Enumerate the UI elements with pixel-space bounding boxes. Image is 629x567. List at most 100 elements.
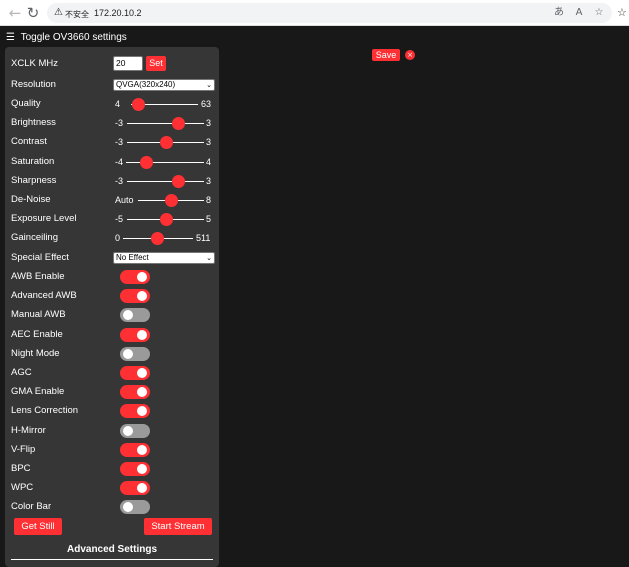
brightness-slider-thumb[interactable] <box>172 117 186 131</box>
special-effect-label: Special Effect <box>11 252 69 263</box>
special-effect-select[interactable]: No Effect ⌄ <box>113 252 215 264</box>
toggle-knob <box>137 444 147 455</box>
toggle-knob <box>137 291 147 302</box>
color-bar-label: Color Bar <box>11 501 52 513</box>
toggle-knob <box>137 406 147 417</box>
denoise-row: De-Noise Auto 8 <box>5 191 219 210</box>
gma-label: GMA Enable <box>11 386 65 398</box>
special-effect-row: Special Effect No Effect ⌄ <box>5 249 219 268</box>
get-still-button[interactable]: Get Still <box>14 518 62 535</box>
bpc-row: BPC <box>5 460 219 479</box>
adv-awb-toggle[interactable] <box>120 289 150 304</box>
quality-row: Quality 4 63 <box>5 95 219 114</box>
close-icon[interactable]: × <box>405 50 415 60</box>
bpc-label: BPC <box>11 463 31 474</box>
gainceiling-max-label: 511 <box>196 233 211 244</box>
wpc-label: WPC <box>11 482 34 494</box>
v-flip-toggle[interactable] <box>120 442 150 457</box>
menu-icon[interactable]: ☰ <box>6 31 18 45</box>
xclk-input[interactable]: 20 <box>113 56 143 71</box>
exposure-row: Exposure Level -5 5 <box>5 210 219 229</box>
toggle-knob <box>123 348 133 359</box>
start-stream-button[interactable]: Start Stream <box>144 518 212 535</box>
awb-row: AWB Enable <box>5 268 219 287</box>
toggle-knob <box>137 464 147 474</box>
lens-correction-label: Lens Correction <box>11 405 79 417</box>
settings-panel: XCLK MHz 20 Set Resolution QVGA(320x240)… <box>5 47 219 567</box>
quality-slider-thumb[interactable] <box>131 98 145 111</box>
favorites-bar-icon[interactable]: ☆ <box>617 5 629 21</box>
sharpness-max-label: 3 <box>206 175 212 186</box>
sharpness-min-label: -3 <box>115 175 124 186</box>
agc-label: AGC <box>11 367 32 378</box>
manual-awb-toggle[interactable] <box>120 308 150 323</box>
exposure-label: Exposure Level <box>11 213 77 225</box>
exposure-min-label: -5 <box>115 214 124 225</box>
denoise-min-label: Auto <box>115 195 134 205</box>
night-mode-row: Night Mode <box>5 345 219 364</box>
aec-toggle[interactable] <box>120 327 150 342</box>
resolution-select[interactable]: QVGA(320x240) ⌄ <box>113 79 215 91</box>
toggle-knob <box>123 502 133 513</box>
contrast-slider-thumb[interactable] <box>159 136 173 150</box>
brightness-slider-track[interactable] <box>127 123 204 125</box>
agc-row: AGC <box>5 364 219 383</box>
exposure-slider-thumb[interactable] <box>159 213 173 227</box>
url-text[interactable]: 172.20.10.2 <box>94 8 142 18</box>
lens-correction-toggle[interactable] <box>120 404 150 419</box>
sharpness-slider-thumb[interactable] <box>172 174 186 188</box>
settings-header[interactable]: ☰ Toggle OV3660 settings <box>6 31 127 45</box>
favorite-star-icon[interactable]: ☆ <box>592 6 606 20</box>
quality-label: Quality <box>11 98 41 109</box>
contrast-min-label: -3 <box>115 137 124 148</box>
contrast-label: Contrast <box>11 136 47 148</box>
reload-icon[interactable]: ↻ <box>24 4 42 22</box>
brightness-label: Brightness <box>11 117 56 129</box>
chevron-down-icon: ⌄ <box>206 254 212 262</box>
denoise-label: De-Noise <box>11 194 51 205</box>
sharpness-label: Sharpness <box>11 174 57 186</box>
brightness-row: Brightness -3 3 <box>5 114 219 133</box>
resolution-value: QVGA(320x240) <box>116 80 176 89</box>
saturation-min-label: -4 <box>115 156 124 167</box>
color-bar-toggle[interactable] <box>120 500 150 515</box>
night-mode-toggle[interactable] <box>120 346 150 361</box>
sharpness-slider-track[interactable] <box>127 180 204 182</box>
page-content: ☰ Toggle OV3660 settings XCLK MHz 20 Set… <box>0 27 629 567</box>
aec-row: AEC Enable <box>5 326 219 345</box>
denoise-slider-thumb[interactable] <box>165 194 178 207</box>
h-mirror-toggle[interactable] <box>120 423 150 438</box>
sharpness-row: Sharpness -3 3 <box>5 172 219 191</box>
translate-icon[interactable]: あ <box>552 6 566 20</box>
agc-toggle[interactable] <box>120 366 150 380</box>
aec-label: AEC Enable <box>11 328 63 340</box>
v-flip-row: V-Flip <box>5 441 219 460</box>
wpc-toggle[interactable] <box>120 481 150 496</box>
advanced-settings-title[interactable]: Advanced Settings <box>5 544 219 555</box>
toggle-knob <box>123 425 133 436</box>
denoise-max-label: 8 <box>206 195 212 205</box>
settings-title: Toggle OV3660 settings <box>20 32 127 43</box>
manual-awb-row: Manual AWB <box>5 306 219 325</box>
manual-awb-label: Manual AWB <box>11 309 66 321</box>
adv-awb-row: Advanced AWB <box>5 287 219 306</box>
chevron-down-icon: ⌄ <box>206 81 212 89</box>
resolution-label: Resolution <box>11 79 56 90</box>
back-icon[interactable]: ← <box>6 4 24 22</box>
saturation-slider-track[interactable] <box>126 161 204 163</box>
xclk-set-button[interactable]: Set <box>146 56 166 71</box>
awb-toggle[interactable] <box>120 270 150 284</box>
saturation-slider-thumb[interactable] <box>139 155 153 169</box>
save-button[interactable]: Save <box>372 49 400 61</box>
gainceiling-slider-thumb[interactable] <box>150 232 164 246</box>
gma-toggle[interactable] <box>120 385 150 400</box>
address-bar[interactable]: ⚠ 不安全 172.20.10.2 あ A ☆ <box>47 3 612 23</box>
toggle-knob <box>137 483 147 494</box>
bpc-toggle[interactable] <box>120 462 150 476</box>
xclk-row: XCLK MHz 20 Set <box>5 55 219 74</box>
security-label[interactable]: 不安全 <box>65 9 89 20</box>
toggle-knob <box>137 368 147 378</box>
read-aloud-icon[interactable]: A <box>572 6 586 20</box>
resolution-row: Resolution QVGA(320x240) ⌄ <box>5 76 219 95</box>
toggle-knob <box>137 329 147 340</box>
